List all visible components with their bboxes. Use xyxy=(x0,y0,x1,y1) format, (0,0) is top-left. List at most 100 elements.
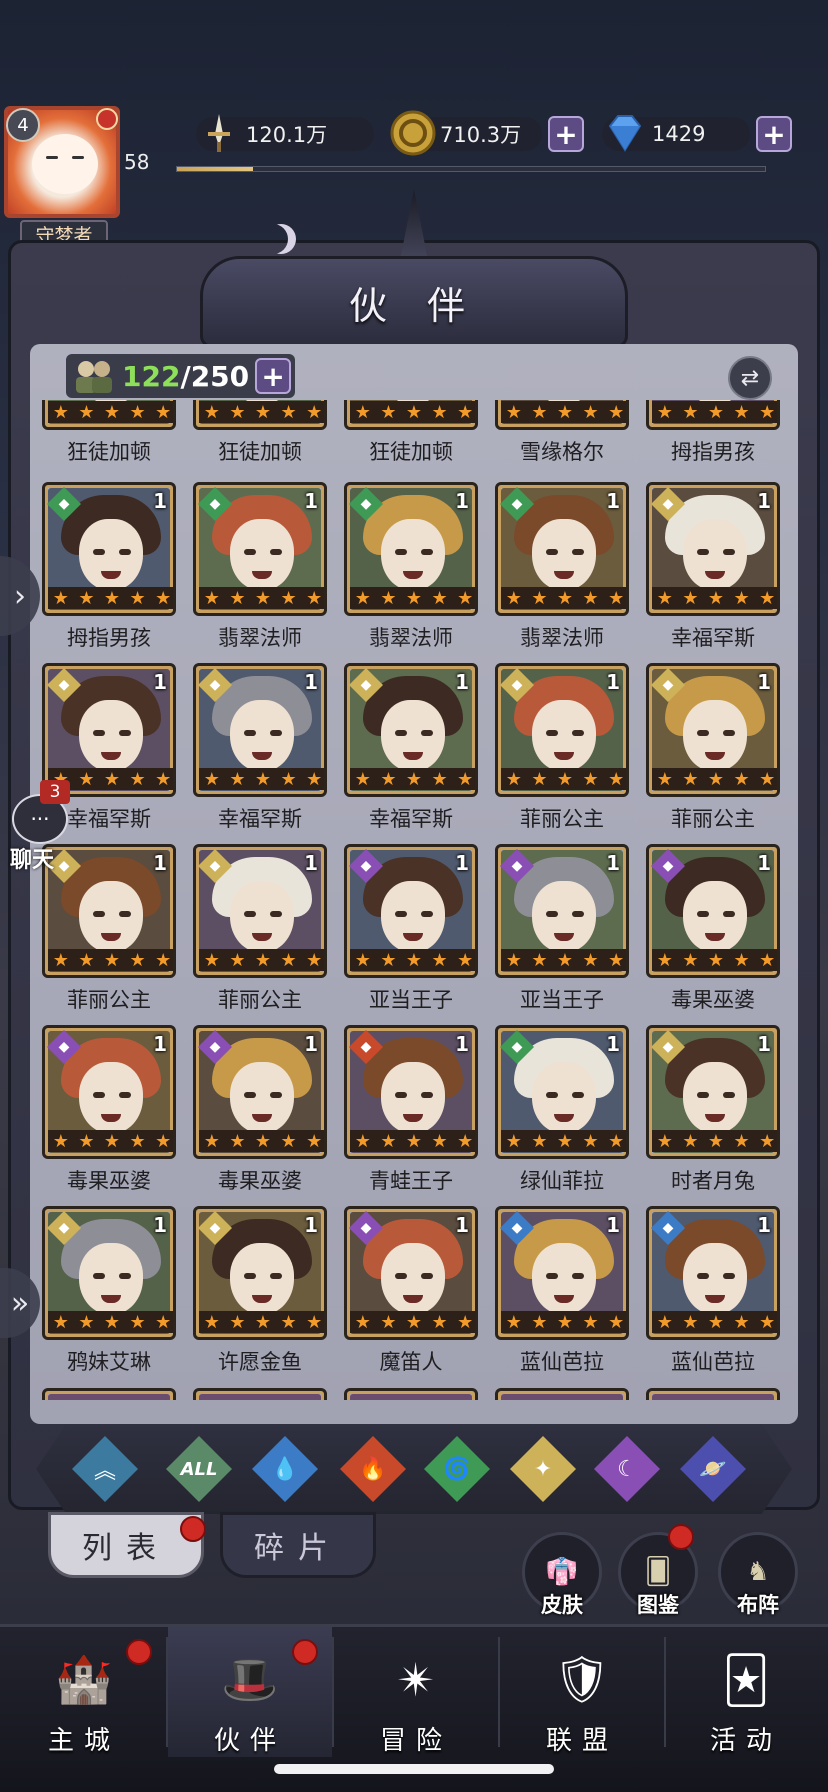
hero-card[interactable]: ★ ★ ★ ★ ★ 雪缘格尔 xyxy=(495,400,629,464)
hero-name: 蓝仙芭拉 xyxy=(520,1350,604,1374)
formation-button[interactable]: ♞ 布阵 xyxy=(718,1532,798,1617)
expand-roster-button[interactable]: + xyxy=(255,358,292,394)
star-icon: ★ xyxy=(103,1130,121,1152)
hero-face xyxy=(683,881,747,953)
hero-eye xyxy=(421,549,433,555)
hero-card[interactable]: ◆ 1 ★ ★ ★ ★ ★ 许愿金鱼 xyxy=(193,1206,327,1374)
hero-eye xyxy=(697,1092,709,1098)
hero-card[interactable]: ★ ★ ★ ★ ★ 狂徒加顿 xyxy=(193,400,327,464)
star-icon: ★ xyxy=(405,1311,423,1333)
star-icon: ★ xyxy=(733,401,750,423)
exp-bar-fill xyxy=(177,167,254,171)
star-icon: ★ xyxy=(354,587,371,609)
hero-card[interactable]: ◆ 1 ★ ★ ★ ★ ★ 幸福罕斯 xyxy=(193,663,327,831)
hero-portrait: ★ ★ ★ ★ ★ xyxy=(495,400,629,430)
hero-card[interactable]: ◆ 1 ★ ★ ★ ★ ★ 菲丽公主 xyxy=(193,844,327,1012)
hero-card[interactable] xyxy=(344,1388,478,1400)
hero-card[interactable]: ◆ 1 ★ ★ ★ ★ ★ 蓝仙芭拉 xyxy=(495,1206,629,1374)
star-icon: ★ xyxy=(203,401,220,423)
star-icon: ★ xyxy=(254,587,272,609)
hero-name: 幸福罕斯 xyxy=(671,626,755,650)
hero-card[interactable]: ◆ 1 ★ ★ ★ ★ ★ 亚当王子 xyxy=(495,844,629,1012)
nav-adventure[interactable]: ✴ 冒险 xyxy=(334,1627,498,1757)
star-icon: ★ xyxy=(531,1130,548,1152)
hero-card[interactable] xyxy=(495,1388,629,1400)
hero-face xyxy=(532,1062,596,1134)
hero-card[interactable]: ◆ 1 ★ ★ ★ ★ ★ 翡翠法师 xyxy=(193,482,327,650)
star-rating: ★ ★ ★ ★ ★ xyxy=(501,1130,626,1152)
nav-events[interactable]: 🃏 活动 xyxy=(664,1627,828,1757)
hero-card[interactable]: ◆ 1 ★ ★ ★ ★ ★ 亚当王子 xyxy=(344,844,478,1012)
hero-portrait xyxy=(344,1388,478,1400)
hero-card[interactable]: ◆ 1 ★ ★ ★ ★ ★ 翡翠法师 xyxy=(344,482,478,650)
hero-eye xyxy=(244,911,256,917)
hero-name: 狂徒加顿 xyxy=(218,440,302,464)
hero-card[interactable]: ◆ 1 ★ ★ ★ ★ ★ 菲丽公主 xyxy=(646,663,780,831)
hero-eye xyxy=(119,730,131,736)
hero-card[interactable]: ◆ 1 ★ ★ ★ ★ ★ 毒果巫婆 xyxy=(646,844,780,1012)
hero-card[interactable]: ◆ 1 ★ ★ ★ ★ ★ 青蛙王子 xyxy=(344,1025,478,1193)
swap-arrows-icon: ⇄ xyxy=(740,365,760,391)
hero-card[interactable]: ◆ 1 ★ ★ ★ ★ ★ 时者月兔 xyxy=(646,1025,780,1193)
sort-toggle-button[interactable]: ⇄ xyxy=(728,356,772,400)
hero-card[interactable]: ◆ 1 ★ ★ ★ ★ ★ 拇指男孩 xyxy=(42,482,176,650)
hero-portrait: ◆ 1 ★ ★ ★ ★ ★ xyxy=(495,1206,629,1340)
hero-face xyxy=(230,881,294,953)
hero-card[interactable]: ◆ 1 ★ ★ ★ ★ ★ 菲丽公主 xyxy=(495,663,629,831)
gold-coin-icon xyxy=(390,110,436,156)
hero-copies: 1 xyxy=(153,489,167,513)
skins-button[interactable]: 👘 皮肤 xyxy=(522,1532,602,1617)
hero-face xyxy=(381,1243,445,1315)
hero-card[interactable]: ◆ 1 ★ ★ ★ ★ ★ 毒果巫婆 xyxy=(42,1025,176,1193)
hero-card[interactable]: ★ ★ ★ ★ ★ 狂徒加顿 xyxy=(344,400,478,464)
star-icon: ★ xyxy=(505,1130,522,1152)
star-icon: ★ xyxy=(203,587,220,609)
star-icon: ★ xyxy=(531,587,548,609)
nav-alliance[interactable]: 🛡 联盟 xyxy=(500,1627,664,1757)
hero-card[interactable]: ★ ★ ★ ★ ★ 狂徒加顿 xyxy=(42,400,176,464)
hero-grid: ★ ★ ★ ★ ★ 狂徒加顿 ★ ★ ★ ★ ★ 狂徒加顿 ★ ★ ★ ★ ★ 狂徒加顿 ★ ★ ★ ★ ★ 雪缘格尔 ★ ★ ★ ★… xyxy=(36,400,796,1400)
chat-button[interactable]: ··· 3 聊天 xyxy=(4,780,74,873)
hero-portrait: ◆ 1 ★ ★ ★ ★ ★ xyxy=(344,1206,478,1340)
hero-eye xyxy=(546,549,558,555)
hero-eye xyxy=(395,1092,407,1098)
hero-card[interactable]: ◆ 1 ★ ★ ★ ★ ★ 魔笛人 xyxy=(344,1206,478,1374)
hero-portrait: ◆ 1 ★ ★ ★ ★ ★ xyxy=(495,663,629,797)
star-rating: ★ ★ ★ ★ ★ xyxy=(350,1130,475,1152)
hero-copies: 1 xyxy=(606,851,620,875)
hero-portrait: ◆ 1 ★ ★ ★ ★ ★ xyxy=(193,663,327,797)
chess-board-icon: ♞ xyxy=(746,1557,770,1587)
hero-name: 雪缘格尔 xyxy=(520,440,604,464)
hero-card[interactable]: ★ ★ ★ ★ ★ 拇指男孩 xyxy=(646,400,780,464)
hero-card[interactable] xyxy=(42,1388,176,1400)
hero-card[interactable]: ◆ 1 ★ ★ ★ ★ ★ 绿仙菲拉 xyxy=(495,1025,629,1193)
hero-card[interactable]: ◆ 1 ★ ★ ★ ★ ★ 蓝仙芭拉 xyxy=(646,1206,780,1374)
hero-card[interactable]: ◆ 1 ★ ★ ★ ★ ★ 毒果巫婆 xyxy=(193,1025,327,1193)
star-icon: ★ xyxy=(129,1130,146,1152)
hero-card[interactable]: ◆ 1 ★ ★ ★ ★ ★ 幸福罕斯 xyxy=(42,663,176,831)
star-icon: ★ xyxy=(457,1311,474,1333)
hero-card[interactable]: ◆ 1 ★ ★ ★ ★ ★ 翡翠法师 xyxy=(495,482,629,650)
hero-card[interactable]: ◆ 1 ★ ★ ★ ★ ★ 幸福罕斯 xyxy=(344,663,478,831)
star-icon: ★ xyxy=(682,587,699,609)
star-icon: ★ xyxy=(582,1311,599,1333)
hero-card[interactable] xyxy=(193,1388,327,1400)
add-gold-button[interactable]: + xyxy=(548,116,584,152)
hero-face xyxy=(79,1243,143,1315)
player-avatar[interactable]: 4 xyxy=(4,106,120,218)
star-rating: ★ ★ ★ ★ ★ xyxy=(501,587,626,609)
hero-name: 魔笛人 xyxy=(379,1350,443,1374)
sword-icon xyxy=(196,110,242,156)
star-icon: ★ xyxy=(229,401,246,423)
hero-card[interactable] xyxy=(646,1388,780,1400)
chat-unread-count: 3 xyxy=(40,780,70,804)
star-rating: ★ ★ ★ ★ ★ xyxy=(350,1311,475,1333)
hero-card[interactable]: ◆ 1 ★ ★ ★ ★ ★ 鸦妹艾琳 xyxy=(42,1206,176,1374)
add-diamond-button[interactable]: + xyxy=(756,116,792,152)
hero-copies: 1 xyxy=(304,1213,318,1237)
hero-eye xyxy=(723,1273,735,1279)
hero-portrait: ◆ 1 ★ ★ ★ ★ ★ xyxy=(193,1025,327,1159)
star-icon: ★ xyxy=(582,401,599,423)
tab-fragments[interactable]: 碎片 xyxy=(220,1512,376,1578)
hero-card[interactable]: ◆ 1 ★ ★ ★ ★ ★ 幸福罕斯 xyxy=(646,482,780,650)
